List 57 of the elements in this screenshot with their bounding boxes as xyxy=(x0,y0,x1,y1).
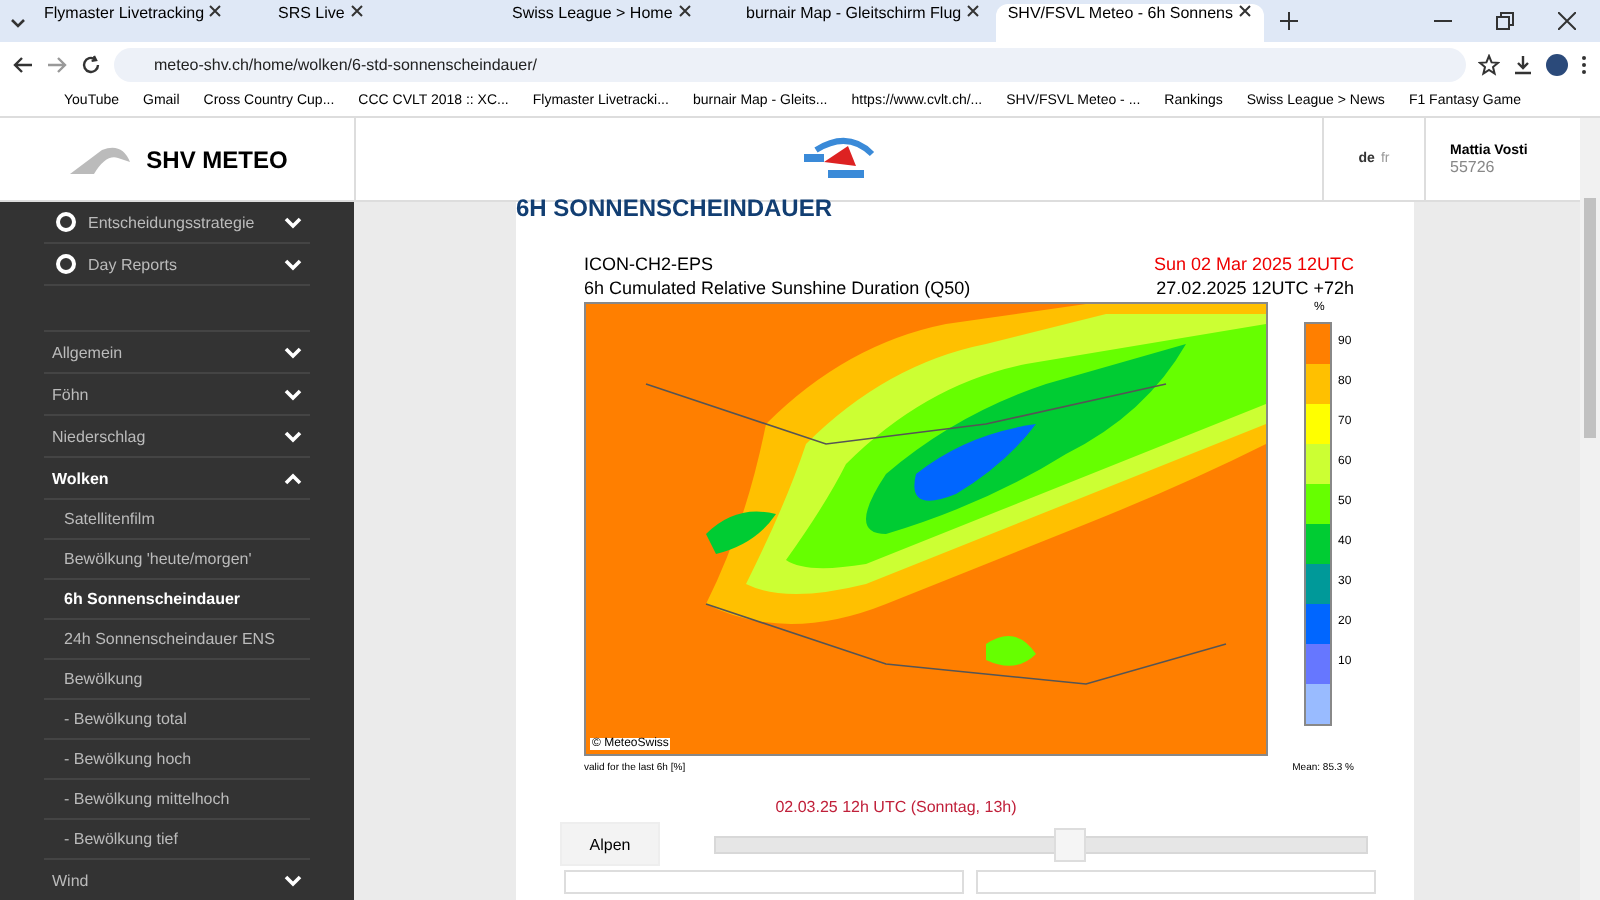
chevron-up-icon xyxy=(284,471,302,485)
sidebar-subitem[interactable]: 6h Sonnenscheindauer xyxy=(44,580,310,620)
close-icon[interactable] xyxy=(677,4,691,18)
plus-icon[interactable] xyxy=(1279,12,1298,30)
chevron-down-icon xyxy=(284,429,302,443)
sidebar-item[interactable]: Niederschlag xyxy=(44,416,310,458)
scrollbar[interactable] xyxy=(1580,118,1600,900)
chevron-down-icon xyxy=(284,257,302,271)
sidebar-subitem[interactable]: 24h Sonnenscheindauer ENS xyxy=(44,620,310,660)
circle-icon xyxy=(56,212,76,232)
chevron-down-icon xyxy=(284,873,302,887)
restore-icon[interactable] xyxy=(1496,12,1514,30)
close-icon[interactable] xyxy=(1237,4,1252,18)
sidebar-item[interactable]: Föhn xyxy=(44,374,310,416)
sidebar-item[interactable]: Wolken xyxy=(44,458,310,500)
timeline-label: 02.03.25 12h UTC (Sonntag, 13h) xyxy=(773,798,1019,816)
map-subtitle: 6h Cumulated Relative Sunshine Duration (Q50) xyxy=(584,278,971,298)
browser-tab[interactable]: Swiss League > Home xyxy=(500,4,730,42)
model-run: 27.02.2025 12UTC +72h xyxy=(1156,278,1354,298)
address-bar[interactable]: meteo-shv.ch/home/wolken/6-std-sonnenscheindauer/ xyxy=(114,47,1466,81)
page-title: 6H SONNENSCHEINDAUER xyxy=(516,194,835,222)
sidebar-subitem[interactable]: Bewölkung 'heute/morgen' xyxy=(44,540,310,580)
browser-tab[interactable]: burnair Map - Gleitschirm Flug xyxy=(734,4,992,42)
avatar-icon[interactable] xyxy=(1546,53,1568,75)
user-number: 55726 xyxy=(1450,157,1497,175)
close-icon[interactable] xyxy=(965,4,980,18)
chevron-down-icon xyxy=(284,345,302,359)
chevron-down-icon xyxy=(284,215,302,229)
sidebar-subitem[interactable]: - Bewölkung total xyxy=(44,700,310,740)
back-arrow-icon[interactable] xyxy=(12,53,34,75)
sidebar-subitem[interactable]: Bewölkung xyxy=(44,660,310,700)
sidebar-item[interactable]: Wind xyxy=(44,860,310,900)
close-icon[interactable] xyxy=(1558,12,1576,30)
browser-tab[interactable]: Flymaster Livetracking xyxy=(32,4,262,42)
star-icon[interactable] xyxy=(1478,53,1500,75)
close-icon[interactable] xyxy=(208,4,223,18)
browser-tab[interactable]: SRS Live xyxy=(266,4,496,42)
slider-thumb[interactable] xyxy=(1053,827,1086,861)
browser-tab[interactable]: SHV/FSVL Meteo - 6h Sonnens xyxy=(995,4,1264,42)
forward-arrow-icon[interactable] xyxy=(46,53,68,75)
reload-icon[interactable] xyxy=(80,53,102,75)
close-icon[interactable] xyxy=(349,4,364,18)
brand-title: SHV METEO xyxy=(146,145,288,173)
sidebar-subitem[interactable]: - Bewölkung tief xyxy=(44,820,310,860)
model-name: ICON-CH2-EPS xyxy=(584,254,716,274)
menu-icon[interactable] xyxy=(1580,53,1588,75)
sidebar-subitem[interactable]: - Bewölkung mittelhoch xyxy=(44,780,310,820)
valid-time: Sun 02 Mar 2025 12UTC xyxy=(1153,254,1354,274)
sidebar-subitem[interactable]: - Bewölkung hoch xyxy=(44,740,310,780)
sidebar-item[interactable]: Day Reports xyxy=(44,244,310,286)
region-button[interactable]: Alpen xyxy=(560,822,660,866)
chevron-down-icon xyxy=(284,387,302,401)
circle-icon xyxy=(56,254,76,274)
sidebar-item[interactable]: Entscheidungsstrategie xyxy=(44,202,310,244)
sidebar-subitem[interactable]: Satellitenfilm xyxy=(44,500,310,540)
download-icon[interactable] xyxy=(1512,53,1534,75)
sidebar-item[interactable]: Allgemein xyxy=(44,332,310,374)
